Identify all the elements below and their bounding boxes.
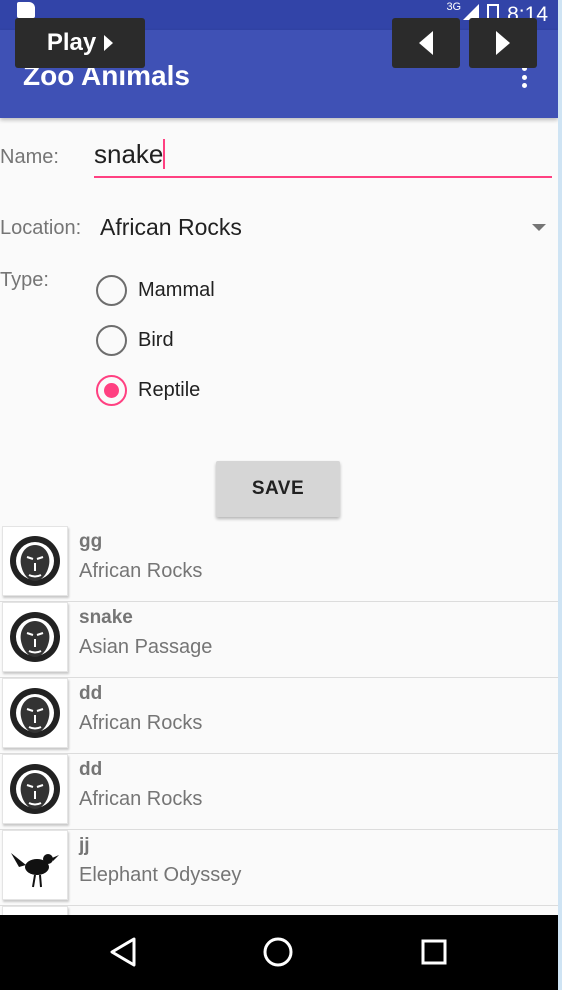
type-label: Type: [0,269,49,291]
name-label: Name: [0,146,59,168]
animal-name: snake [79,607,133,628]
list-item[interactable]: dd African Rocks [0,678,558,754]
animal-name: jj [79,835,90,856]
list-item[interactable]: dd African Rocks [0,754,558,830]
previous-button[interactable] [392,18,460,68]
network-type: 3G [446,1,462,13]
home-icon[interactable] [262,935,294,969]
phone-screen: 3G 8:14 Zoo Animals Play Name: snake Loc… [0,0,558,990]
name-input[interactable]: snake [94,133,552,178]
location-value: African Rocks [100,214,242,240]
lion-icon [2,602,68,672]
dropdown-arrow-icon [532,224,546,231]
play-button-label: Play [46,29,97,56]
radio-button-unchecked[interactable] [96,324,127,356]
animal-location: Elephant Odyssey [79,864,242,886]
animal-name: dd [79,759,103,780]
list-item[interactable]: snake Asian Passage [0,602,558,678]
sd-card-icon [17,2,35,18]
lion-icon [2,678,68,748]
animal-name: dd [79,683,103,704]
animal-location: African Rocks [79,560,203,582]
overflow-menu-icon[interactable] [522,66,528,88]
chevron-left-icon [419,31,433,55]
play-button[interactable]: Play [15,18,145,68]
play-icon [104,35,114,51]
location-label: Location: [0,217,82,239]
back-icon[interactable] [108,935,138,969]
radio-bird[interactable]: Bird [96,323,174,357]
radio-label-bird: Bird [138,328,174,351]
animal-list[interactable]: gg African Rocks snake Asian Passage dd … [0,526,558,916]
animal-location: Asian Passage [79,636,213,658]
list-item[interactable]: jj Elephant Odyssey [0,830,558,906]
animal-location: African Rocks [79,788,203,810]
save-button[interactable]: SAVE [216,461,340,517]
radio-label-reptile: Reptile [138,378,201,401]
list-item[interactable]: gg African Rocks [0,526,558,602]
navigation-bar [0,915,558,990]
bird-icon [2,830,68,900]
animal-name: gg [79,531,103,552]
radio-button-unchecked[interactable] [96,274,127,306]
radio-reptile[interactable]: Reptile [96,373,200,407]
lion-icon [2,754,68,824]
lion-icon [2,526,68,596]
next-button[interactable] [469,18,537,68]
recent-apps-icon[interactable] [419,935,449,969]
location-spinner[interactable]: African Rocks [100,206,550,248]
animal-location: African Rocks [79,712,203,734]
chevron-right-icon [496,31,510,55]
text-cursor [163,138,166,169]
radio-button-checked[interactable] [96,374,127,406]
name-input-value: snake [94,139,164,169]
radio-label-mammal: Mammal [138,278,215,301]
radio-mammal[interactable]: Mammal [96,273,215,307]
